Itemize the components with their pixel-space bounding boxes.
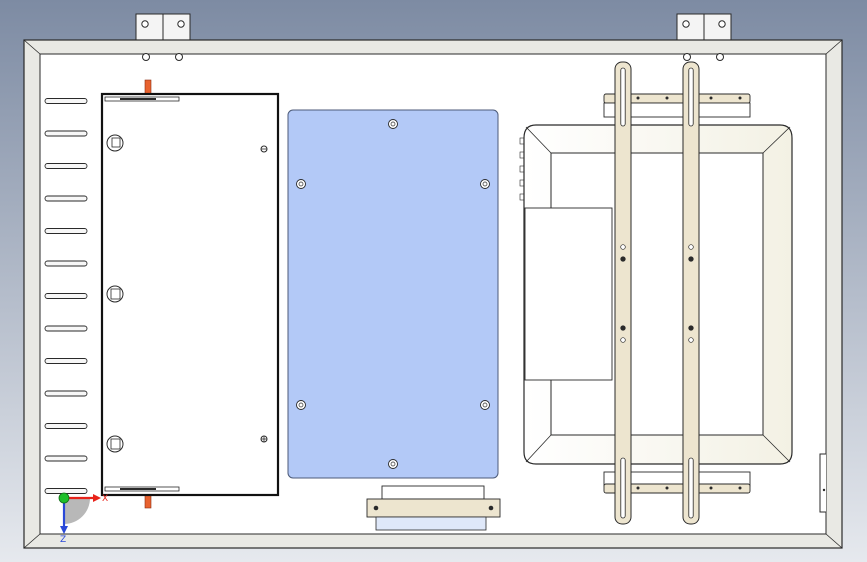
pcb-plate[interactable] (287, 109, 499, 479)
vent-slot (44, 325, 88, 332)
vent-slot (44, 358, 88, 364)
triad-z-label: Z (60, 535, 66, 545)
vent-slot (44, 195, 88, 202)
vent-slot (44, 130, 88, 137)
cad-viewport[interactable]: X Z (0, 0, 867, 562)
vent-slot (44, 228, 88, 234)
grommet-middle (106, 285, 124, 303)
vent-slot (44, 455, 88, 462)
rail-hole (688, 244, 694, 250)
pcb-mount-hole-inner (298, 402, 304, 408)
pcb-mount-hole-inner (482, 402, 488, 408)
grommet-bottom (106, 435, 124, 453)
mounting-rail-1[interactable] (614, 61, 632, 525)
rail-hole (620, 325, 626, 331)
vent-slot (44, 488, 88, 494)
hinge-right[interactable] (676, 13, 732, 41)
vent-slot (44, 163, 88, 169)
display-monitor[interactable] (519, 124, 793, 465)
vent-slot (44, 423, 88, 429)
rail-slot (688, 457, 694, 519)
rail-hole (620, 337, 626, 343)
rail-slot (620, 67, 626, 127)
vent-slot (44, 390, 88, 397)
grommet-top (106, 134, 124, 152)
pcb-mount-hole-inner (390, 121, 396, 127)
cable-entry-bracket[interactable] (366, 485, 501, 531)
vent-slot (44, 293, 88, 299)
pcb-mount-hole-inner (482, 181, 488, 187)
rail-hole (688, 325, 694, 331)
vent-slot (44, 98, 88, 104)
door-panel[interactable] (100, 79, 280, 509)
hinge-left[interactable] (135, 13, 191, 41)
triad-y-axis (58, 492, 70, 504)
pcb-mount-hole-inner (390, 461, 396, 467)
rail-hole (620, 244, 626, 250)
vent-slot (44, 260, 88, 267)
rail-hole (620, 256, 626, 262)
triad-x-label: X (102, 494, 108, 504)
rail-hole (688, 256, 694, 262)
pcb-mount-hole-inner (298, 181, 304, 187)
rail-slot (620, 457, 626, 519)
mounting-rail-2[interactable] (682, 61, 700, 525)
rail-hole (688, 337, 694, 343)
rail-slot (688, 67, 694, 127)
